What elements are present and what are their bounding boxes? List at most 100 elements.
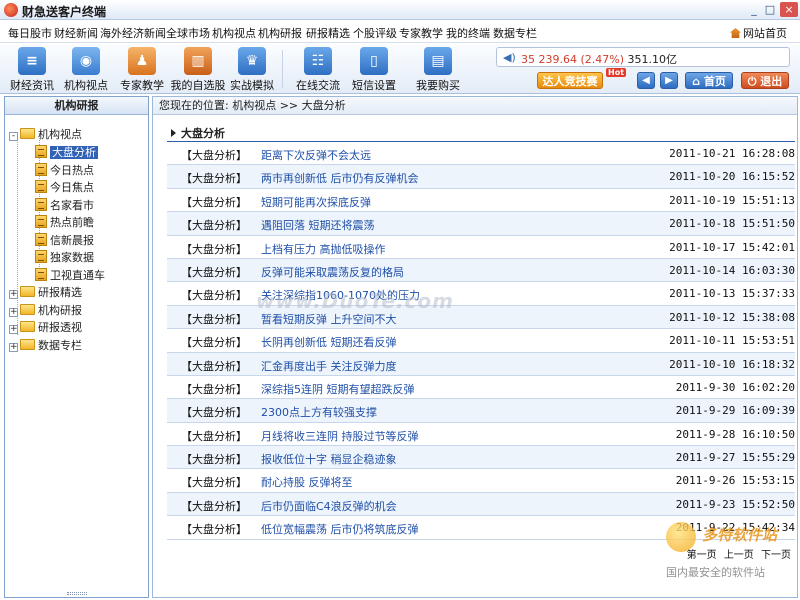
toolbar-label: 专家教学 [120, 79, 164, 92]
folder-open-icon [20, 128, 35, 139]
contest-button[interactable]: 达人竞技赛 [537, 72, 603, 89]
toolbar-label: 财经资讯 [10, 79, 54, 92]
table-row[interactable]: 【大盘分析】 上档有压力 高抛低吸操作 2011-10-17 15:42:01 [167, 236, 795, 259]
expand-toggle[interactable]: + [9, 343, 18, 352]
row-title-link[interactable]: 低位宽幅震荡 后市仍将筑底反弹 [261, 521, 419, 537]
document-icon [35, 250, 47, 263]
tree-label: 信新晨报 [50, 234, 94, 247]
close-button[interactable]: × [780, 2, 798, 17]
tree-item-today-focus[interactable]: 今日焦点 [35, 180, 94, 196]
toolbar-finance-news-button[interactable]: ≡ 财经资讯 [2, 47, 62, 92]
folder-icon [20, 304, 35, 315]
menu-item-selected-reports[interactable]: 研报精选 [306, 25, 350, 41]
expand-toggle[interactable]: + [9, 325, 18, 334]
prev-page-link[interactable]: 上一页 [724, 550, 754, 561]
row-title-link[interactable]: 暂看短期反弹 上升空间不大 [261, 311, 397, 327]
row-title-link[interactable]: 上档有压力 高抛低吸操作 [261, 241, 386, 257]
website-home-link[interactable]: 网站首页 [730, 25, 787, 41]
menu-item-data-column[interactable]: 数据专栏 [493, 25, 537, 41]
collapse-toggle[interactable]: - [9, 132, 18, 141]
tree-folder-report-insight[interactable]: + 研报透视 [9, 320, 82, 336]
table-row[interactable]: 【大盘分析】 长阴再创新低 短期还看反弹 2011-10-11 15:53:51 [167, 329, 795, 353]
table-row[interactable]: 【大盘分析】 月线将收三连阴 持股过节等反弹 2011-9-28 16:10:50 [167, 423, 795, 447]
table-row[interactable]: 【大盘分析】 耐心持股 反弹将至 2011-9-26 15:53:15 [167, 469, 795, 493]
table-row[interactable]: 【大盘分析】 报收低位十字 稍显企稳迹象 2011-9-27 15:55:29 [167, 446, 795, 470]
tree-label: 名家看市 [50, 199, 94, 212]
tree-item-today-hot[interactable]: 今日热点 [35, 163, 94, 179]
expand-toggle[interactable]: + [9, 308, 18, 317]
row-title-link[interactable]: 短期可能再次探底反弹 [261, 194, 371, 210]
tree-item-morning-report[interactable]: 信新晨报 [35, 233, 94, 249]
menu-item-institution-view[interactable]: 机构视点 [212, 25, 256, 41]
window-title: 财急送客户终端 [22, 5, 107, 19]
row-title-link[interactable]: 两市再创新低 后市仍有反弹机会 [261, 170, 419, 186]
row-title-link[interactable]: 汇金再度出手 关注反弹力度 [261, 358, 397, 374]
table-row[interactable]: 【大盘分析】 两市再创新低 后市仍有反弹机会 2011-10-20 16:15:52 [167, 165, 795, 189]
row-title-link[interactable]: 深综指5连阴 短期有望超跌反弹 [261, 381, 415, 397]
table-row[interactable]: 【大盘分析】 后市仍面临C4浪反弹的机会 2011-9-23 15:52:50 [167, 492, 795, 517]
expand-toggle[interactable]: + [9, 290, 18, 299]
toolbar-purchase-button[interactable]: ▤ 我要购买 [408, 47, 468, 92]
tree-folder-data-column[interactable]: + 数据专栏 [9, 338, 82, 354]
row-title-link[interactable]: 报收低位十字 稍显企稳迹象 [261, 451, 397, 467]
home-button-label: 首页 [703, 75, 726, 88]
minimize-button[interactable]: _ [746, 2, 762, 17]
forward-arrow-button[interactable]: ▶ [660, 72, 678, 89]
table-row[interactable]: 【大盘分析】 2300点上方有较强支撑 2011-9-29 16:09:39 [167, 399, 795, 423]
tree-label: 今日焦点 [50, 181, 94, 194]
toolbar-label: 在线交流 [296, 79, 340, 92]
row-date: 2011-10-17 15:42:01 [669, 240, 795, 254]
tree-folder-institution-reports[interactable]: + 机构研报 [9, 303, 82, 319]
tree-item-market-analysis[interactable]: 大盘分析 [35, 145, 98, 161]
exit-button[interactable]: ⏻ 退出 [741, 72, 789, 89]
next-page-link[interactable]: 下一页 [761, 550, 791, 561]
table-row[interactable]: 【大盘分析】 遇阻回落 短期还将震荡 2011-10-18 15:51:50 [167, 212, 795, 236]
menu-item-stock-rating[interactable]: 个股评级 [353, 25, 397, 41]
toolbar-my-stocks-button[interactable]: ▥ 我的自选股 [168, 47, 228, 92]
table-row[interactable]: 【大盘分析】 暂看短期反弹 上升空间不大 2011-10-12 15:38:08 [167, 305, 795, 330]
cart-icon: ▤ [424, 47, 452, 75]
menu-item-expert-teaching[interactable]: 专家教学 [399, 25, 443, 41]
menu-item-institution-report[interactable]: 机构研报 [258, 25, 302, 41]
first-page-link[interactable]: 第一页 [687, 550, 717, 561]
tree-item-expert-views[interactable]: 名家看市 [35, 198, 94, 214]
row-title-link[interactable]: 距离下次反弹不会太远 [261, 147, 371, 163]
toolbar-simulation-button[interactable]: ♛ 实战模拟 [222, 47, 282, 92]
row-title-link[interactable]: 后市仍面临C4浪反弹的机会 [261, 498, 397, 514]
eye-icon: ◉ [72, 47, 100, 75]
tree-item-tv-express[interactable]: 卫视直通车 [35, 268, 105, 284]
resize-grip[interactable] [67, 592, 87, 595]
maximize-button[interactable]: □ [762, 2, 778, 17]
table-row[interactable]: 【大盘分析】 关注深综指1060-1070处的压力 2011-10-13 15:37… [167, 282, 795, 306]
row-title-link[interactable]: 遇阻回落 短期还将震荡 [261, 217, 375, 233]
tree-folder-selected-reports[interactable]: + 研报精选 [9, 285, 82, 301]
table-row[interactable]: 【大盘分析】 深综指5连阴 短期有望超跌反弹 2011-9-30 16:02:20 [167, 376, 795, 400]
menu-item-finance-news[interactable]: 财经新闻 [54, 25, 98, 41]
table-row[interactable]: 【大盘分析】 汇金再度出手 关注反弹力度 2011-10-10 16:18:32 [167, 352, 795, 376]
tree-item-hot-preview[interactable]: 热点前瞻 [35, 215, 94, 231]
table-row[interactable]: 【大盘分析】 低位宽幅震荡 后市仍将筑底反弹 2011-9-22 15:42:34 [167, 516, 795, 540]
home-button[interactable]: ⌂ 首页 [685, 72, 733, 89]
row-title-link[interactable]: 月线将收三连阴 持股过节等反弹 [261, 428, 419, 444]
toolbar-online-chat-button[interactable]: ☷ 在线交流 [288, 47, 348, 92]
toolbar-institution-view-button[interactable]: ◉ 机构视点 [56, 47, 116, 92]
tree-label: 独家数据 [50, 251, 94, 264]
menu-item-daily-market[interactable]: 每日股市 [8, 25, 52, 41]
row-title-link[interactable]: 长阴再创新低 短期还看反弹 [261, 334, 397, 350]
row-title-link[interactable]: 耐心持股 反弹将至 [261, 474, 353, 490]
menu-item-global-market[interactable]: 全球市场 [166, 25, 210, 41]
row-title-link[interactable]: 2300点上方有较强支撑 [261, 404, 377, 420]
back-arrow-button[interactable]: ◀ [637, 72, 655, 89]
table-row[interactable]: 【大盘分析】 距离下次反弹不会太远 2011-10-21 16:28:08 [167, 142, 795, 166]
table-row[interactable]: 【大盘分析】 短期可能再次探底反弹 2011-10-19 15:51:13 [167, 189, 795, 213]
row-title-link[interactable]: 关注深综指1060-1070处的压力 [261, 287, 420, 303]
toolbar-sms-settings-button[interactable]: ▯ 短信设置 [344, 47, 404, 92]
tree-item-exclusive-data[interactable]: 独家数据 [35, 250, 94, 266]
tree-folder-institution-view[interactable]: - 机构视点 [9, 127, 82, 143]
menu-item-my-terminal[interactable]: 我的终端 [446, 25, 490, 41]
menu-item-overseas-news[interactable]: 海外经济新闻 [100, 25, 166, 41]
row-title-link[interactable]: 反弹可能采取震荡反复的格局 [261, 264, 404, 280]
table-row[interactable]: 【大盘分析】 反弹可能采取震荡反复的格局 2011-10-14 16:03:30 [167, 258, 795, 283]
toolbar-expert-teaching-button[interactable]: ♟ 专家教学 [112, 47, 172, 92]
stock-chart-icon: ▥ [184, 47, 212, 75]
